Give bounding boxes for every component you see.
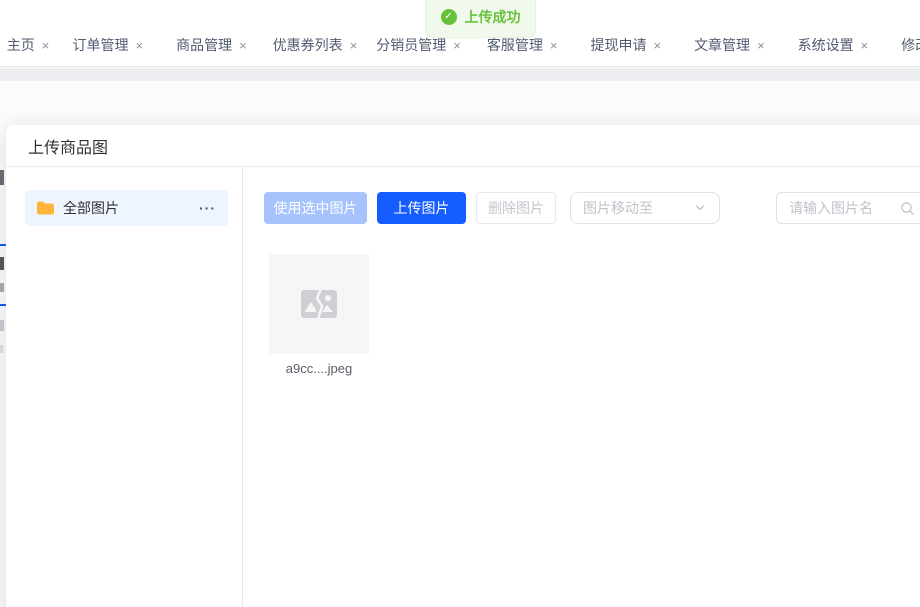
folder-icon: [37, 201, 54, 215]
image-toolbar: 使用选中图片 上传图片 删除图片 图片移动至: [264, 192, 920, 224]
close-icon[interactable]: ×: [239, 39, 247, 52]
background-fragment: [0, 170, 4, 185]
tab-label: 商品管理: [176, 37, 233, 53]
folder-more-icon[interactable]: ···: [199, 200, 216, 216]
close-icon[interactable]: ×: [757, 39, 765, 52]
tab-settings[interactable]: 系统设置 ×: [781, 35, 885, 66]
image-thumbnail[interactable]: [269, 254, 369, 354]
background-fragment: [0, 283, 4, 292]
upload-success-toast: ✓ 上传成功: [425, 0, 536, 38]
tab-label: 优惠券列表: [272, 37, 343, 53]
tab-coupons[interactable]: 优惠券列表 ×: [263, 35, 367, 66]
tab-distributors[interactable]: 分销员管理 ×: [367, 35, 471, 66]
chevron-down-icon: [693, 201, 707, 215]
close-icon[interactable]: ×: [453, 39, 461, 52]
image-gallery: a9cc....jpeg: [269, 254, 920, 376]
background-fragment: [0, 345, 3, 353]
use-selected-image-button[interactable]: 使用选中图片: [264, 192, 367, 224]
search-icon[interactable]: [900, 201, 915, 216]
folder-label: 全部图片: [63, 200, 119, 216]
select-placeholder: 图片移动至: [583, 200, 653, 216]
tab-articles[interactable]: 文章管理 ×: [678, 35, 782, 66]
upload-product-image-modal: 上传商品图 全部图片 ··· 使用选中图片 上传图片 删除图片 图片移动至 请输…: [6, 125, 920, 607]
modal-title: 上传商品图: [28, 139, 109, 157]
tab-products[interactable]: 商品管理 ×: [160, 35, 264, 66]
tab-label: 提现申请: [590, 37, 647, 53]
background-fragment: [0, 320, 4, 331]
tab-home[interactable]: 主页 ×: [0, 35, 56, 66]
close-icon[interactable]: ×: [861, 39, 869, 52]
tab-label: 客服管理: [486, 37, 543, 53]
tab-label: 主页: [6, 37, 35, 53]
image-library-content: 使用选中图片 上传图片 删除图片 图片移动至 请输入图片名 a9cc....jp…: [243, 167, 920, 607]
folder-panel: 全部图片 ···: [6, 167, 243, 607]
image-placeholder-icon: [301, 290, 337, 318]
tab-customer-service[interactable]: 客服管理 ×: [470, 35, 574, 66]
modal-body: 全部图片 ··· 使用选中图片 上传图片 删除图片 图片移动至 请输入图片名 a…: [6, 167, 920, 607]
image-card[interactable]: a9cc....jpeg: [269, 254, 369, 376]
close-icon[interactable]: ×: [42, 39, 50, 52]
tabbar-gray-band: [0, 68, 920, 81]
modal-header: 上传商品图: [6, 125, 920, 167]
tab-edit-product[interactable]: 修改商品 ×: [885, 35, 920, 66]
success-check-icon: ✓: [440, 9, 457, 25]
close-icon[interactable]: ×: [550, 39, 558, 52]
upload-image-button[interactable]: 上传图片: [377, 192, 466, 224]
tab-orders[interactable]: 订单管理 ×: [56, 35, 160, 66]
tab-label: 文章管理: [694, 37, 751, 53]
image-search: [776, 192, 920, 224]
close-icon[interactable]: ×: [136, 39, 144, 52]
tab-label: 修改商品: [901, 37, 920, 53]
toast-message: 上传成功: [464, 9, 521, 25]
folder-item-all-images[interactable]: 全部图片 ···: [25, 190, 228, 226]
background-fragment: [0, 257, 4, 270]
tab-label: 分销员管理: [376, 37, 447, 53]
close-icon[interactable]: ×: [350, 39, 358, 52]
close-icon[interactable]: ×: [653, 39, 661, 52]
image-search-input[interactable]: [776, 192, 920, 224]
delete-image-button[interactable]: 删除图片: [476, 192, 556, 224]
tab-label: 订单管理: [72, 37, 129, 53]
image-filename: a9cc....jpeg: [285, 361, 353, 376]
move-image-to-select[interactable]: 图片移动至: [570, 192, 720, 224]
tab-label: 系统设置: [797, 37, 854, 53]
tab-withdrawals[interactable]: 提现申请 ×: [574, 35, 678, 66]
